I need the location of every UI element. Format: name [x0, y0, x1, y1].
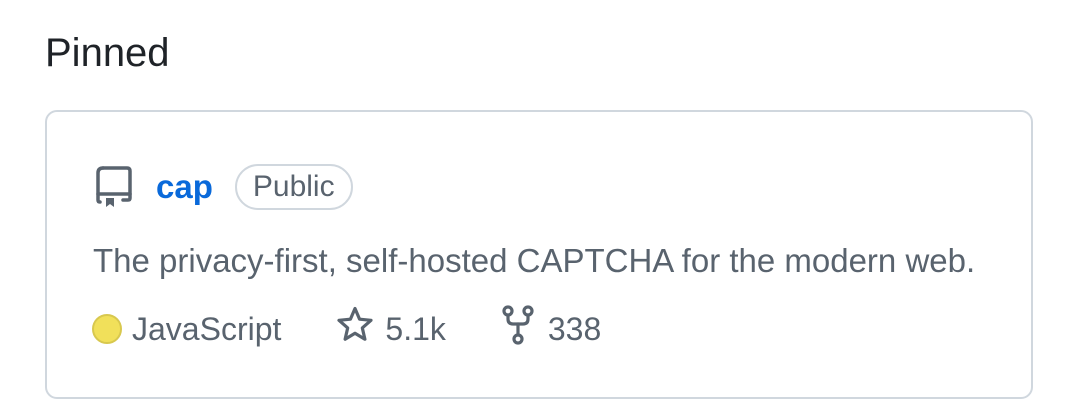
section-title: Pinned [45, 31, 170, 75]
language-name: JavaScript [132, 310, 282, 347]
repo-icon [94, 165, 134, 209]
repo-name-link[interactable]: cap [156, 168, 213, 206]
fork-count: 338 [547, 310, 602, 347]
star-icon [335, 305, 375, 353]
repo-description: The privacy-first, self-hosted CAPTCHA f… [93, 242, 976, 279]
repo-meta: JavaScript 5.1k 338 [92, 304, 601, 354]
fork-icon [502, 305, 534, 353]
pinned-repo-card: cap Public The privacy-first, self-hoste… [45, 110, 1033, 399]
stars-link[interactable]: 5.1k [335, 305, 446, 353]
forks-link[interactable]: 338 [502, 305, 601, 353]
repo-header: cap Public [94, 160, 353, 214]
star-count: 5.1k [385, 310, 446, 347]
visibility-badge: Public [234, 164, 353, 210]
language-color-dot [92, 314, 122, 344]
